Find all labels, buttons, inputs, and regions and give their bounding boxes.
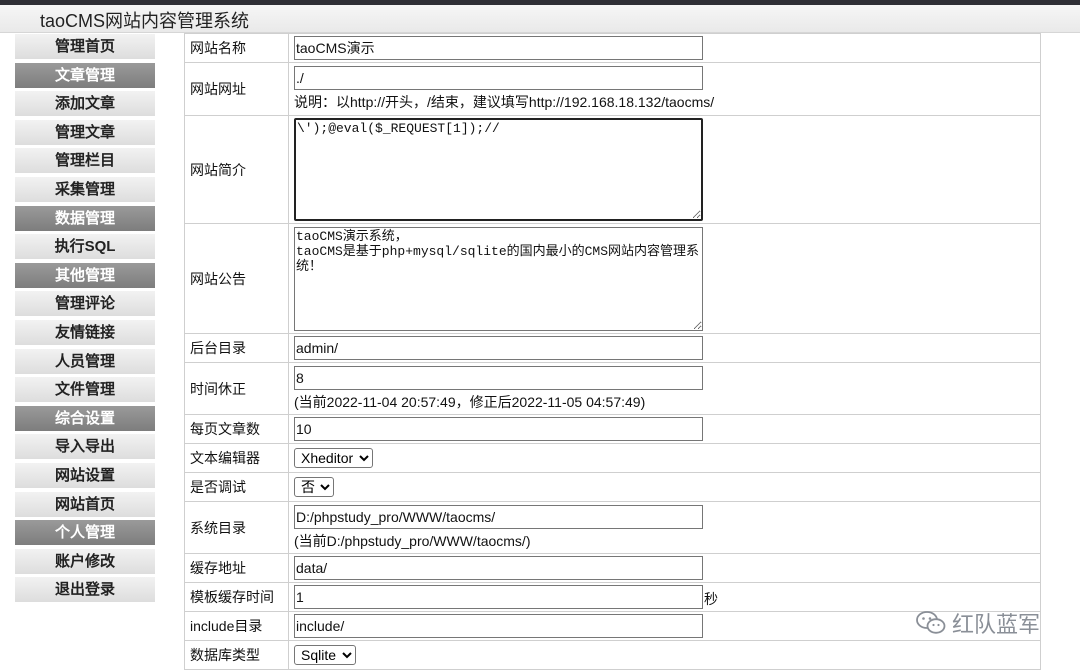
sidebar-item-site-home[interactable]: 网站首页 [15,491,155,517]
form-row-sys-dir: 系统目录 (当前D:/phpstudy_pro/WWW/taocms/) [184,501,1041,554]
editor-label: 文本编辑器 [184,443,289,473]
db-type-select[interactable]: Sqlite [294,645,356,665]
sidebar-item-add-article[interactable]: 添加文章 [15,91,155,117]
form-row-time-fix: 时间休正 (当前2022-11-04 20:57:49，修正后2022-11-0… [184,362,1041,415]
site-desc-label: 网站简介 [184,115,289,224]
sidebar-item-friend-links[interactable]: 友情链接 [15,319,155,345]
cache-dir-input[interactable] [294,556,703,580]
site-name-input[interactable] [294,36,703,60]
wechat-icon [916,610,946,636]
time-fix-label: 时间休正 [184,362,289,415]
form-row-include-dir: include目录 [184,611,1041,641]
sidebar-item-collect[interactable]: 采集管理 [15,176,155,202]
app-header: taoCMS网站内容管理系统 [0,5,1080,33]
sidebar-item-manage-articles[interactable]: 管理文章 [15,119,155,145]
site-url-input[interactable] [294,66,703,90]
site-notice-label: 网站公告 [184,223,289,334]
form-row-editor: 文本编辑器 Xheditor [184,443,1041,473]
sys-dir-input[interactable] [294,504,703,529]
sidebar-item-manage-categories[interactable]: 管理栏目 [15,148,155,174]
form-row-site-desc: 网站简介 [184,115,1041,224]
debug-select[interactable]: 否 [294,477,334,497]
time-fix-input[interactable] [294,365,703,390]
per-page-label: 每页文章数 [184,414,289,444]
sidebar-section-settings: 综合设置 [15,405,155,431]
sidebar-item-account[interactable]: 账户修改 [15,548,155,574]
sidebar-menu: 管理首页文章管理添加文章 管理文章管理栏目 采集管理数据管理执行SQL 其他管理管理评… [15,34,155,606]
per-page-input[interactable] [294,417,703,441]
form-row-db-type: 数据库类型 Sqlite [184,640,1041,670]
sidebar-item-users[interactable]: 人员管理 [15,348,155,374]
watermark-text: 红队蓝军 [951,612,1040,637]
tpl-cache-label: 模板缓存时间 [184,582,289,612]
form-row-admin-dir: 后台目录 [184,333,1041,363]
form-row-tpl-cache: 模板缓存时间 秒 [184,582,1041,612]
sidebar-item-exec-sql[interactable]: 执行SQL [15,234,155,260]
debug-label: 是否调试 [184,472,289,502]
cache-dir-label: 缓存地址 [184,553,289,583]
editor-select[interactable]: Xheditor [294,448,373,468]
sidebar-item-home[interactable]: 管理首页 [15,34,155,59]
tpl-cache-input[interactable] [294,585,703,609]
site-desc-textarea[interactable] [294,118,703,221]
site-name-label: 网站名称 [184,33,289,63]
admin-dir-label: 后台目录 [184,333,289,363]
form-row-cache-dir: 缓存地址 [184,553,1041,583]
sidebar-item-comments[interactable]: 管理评论 [15,291,155,317]
sidebar-section-data: 数据管理 [15,205,155,231]
sys-dir-label: 系统目录 [184,501,289,554]
tpl-cache-unit: 秒 [704,591,718,607]
db-type-label: 数据库类型 [184,640,289,670]
sidebar-item-logout[interactable]: 退出登录 [15,577,155,603]
include-dir-input[interactable] [294,614,703,638]
sidebar-item-import-export[interactable]: 导入导出 [15,434,155,460]
sidebar-item-site-settings[interactable]: 网站设置 [15,462,155,488]
admin-dir-input[interactable] [294,336,703,360]
form-row-per-page: 每页文章数 [184,414,1041,444]
include-dir-label: include目录 [184,611,289,641]
app-title: taoCMS网站内容管理系统 [40,11,250,31]
form-row-site-url: 网站网址 说明：以http://开头，/结束，建议填写http://192.16… [184,62,1041,116]
form-row-debug: 是否调试 否 [184,472,1041,502]
site-url-note: 说明：以http://开头，/结束，建议填写http://192.168.18.… [294,94,715,110]
sidebar-section-other: 其他管理 [15,262,155,288]
time-fix-note: (当前2022-11-04 20:57:49，修正后2022-11-05 04:… [294,393,646,410]
form-row-site-notice: 网站公告 [184,223,1041,334]
site-notice-textarea[interactable] [294,226,703,331]
sidebar-section-articles: 文章管理 [15,62,155,88]
watermark: 红队蓝军 [916,607,1040,639]
site-url-label: 网站网址 [184,62,289,116]
form-row-site-name: 网站名称 [184,33,1041,63]
sys-dir-note: (当前D:/phpstudy_pro/WWW/taocms/) [294,532,531,549]
sidebar-item-files[interactable]: 文件管理 [15,377,155,403]
sidebar-section-personal: 个人管理 [15,520,155,546]
settings-form: 网站名称 网站网址 说明：以http://开头，/结束，建议填写http://1… [184,33,1041,670]
